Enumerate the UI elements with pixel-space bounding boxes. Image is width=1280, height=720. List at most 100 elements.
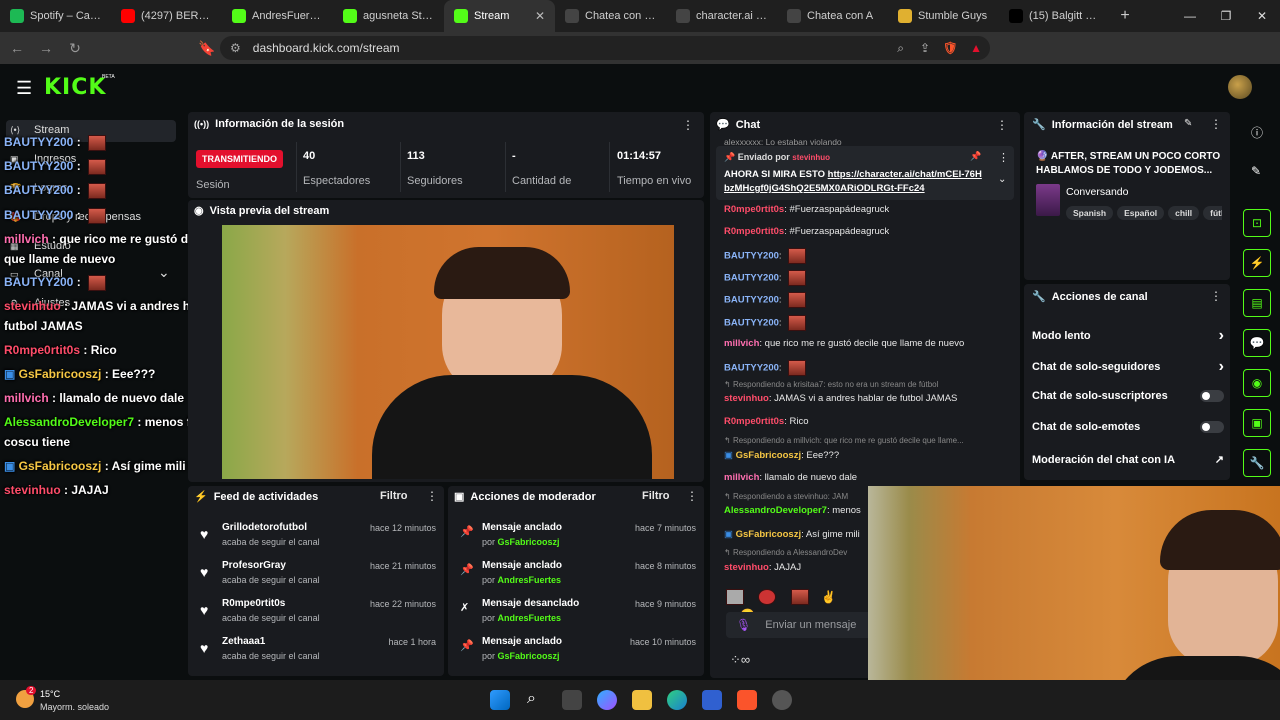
chat-username[interactable]: R0mpe0rtit0s [724,226,784,237]
stream-tag[interactable]: Español [1117,206,1165,220]
chat-message[interactable]: R0mpe0rtit0s: #Fuerzaspapádeagruck [724,204,889,215]
file-explorer-icon[interactable] [632,690,652,710]
restore-icon[interactable]: ❐ [1208,0,1244,32]
feed-item[interactable]: ♥ Grillodetorofutbol acaba de seguir el ca… [200,522,436,554]
feed-username[interactable]: Zethaaa1 [222,636,265,647]
back-icon[interactable]: ← [5,40,29,56]
stream-tag[interactable]: Spanish [1066,206,1114,220]
unpin-icon[interactable]: 📌 [970,151,981,162]
chat-reply-context[interactable]: ↰ Respondiendo a stevinhuo: JAM [724,492,848,501]
chat-username[interactable]: BAUTYY200 [724,273,779,284]
browser-tab[interactable]: (15) Balgitt en X [999,0,1110,32]
chat-username[interactable]: BAUTYY200 [724,363,779,374]
emote-icon[interactable] [726,588,744,605]
browser-tab[interactable]: (4297) BERET - L [111,0,222,32]
feed-item[interactable]: ♥ R0mpe0rtit0s acaba de seguir el canal hac… [200,598,436,630]
brave-shield-icon[interactable]: 🛡 [943,41,958,55]
feed-username[interactable]: ProfesorGray [222,560,286,571]
browser-tab[interactable]: agusneta Stream [333,0,444,32]
chat-message[interactable]: BAUTYY200: [724,360,807,376]
kick-logo[interactable]: KICK [44,75,106,100]
brave-icon[interactable] [737,690,757,710]
chat-message[interactable]: R0mpe0rtit0s: #Fuerzaspapádeagruck [724,226,889,237]
browser-tab[interactable]: AndresFuertes [222,0,333,32]
channel-action-row[interactable]: Chat de solo-suscriptores [1032,390,1224,402]
share-icon[interactable]: ⇪ [920,41,930,55]
browser-tab[interactable]: Stream ✕ [444,0,555,32]
chat-username[interactable]: BAUTYY200 [724,295,779,306]
task-view-icon[interactable] [562,690,582,710]
forward-icon[interactable]: → [34,40,58,56]
emote-icon[interactable] [758,588,777,605]
browser-tab[interactable]: character.ai | Ch [666,0,777,32]
mod-more-icon[interactable]: ⋮ [686,489,698,503]
stream-preview-video[interactable] [222,225,674,479]
chat-username[interactable]: R0mpe0rtit0s [724,416,784,427]
feed-more-icon[interactable]: ⋮ [426,489,438,503]
chat-message[interactable]: ▣ GsFabricooszj: Así gime mili [724,529,860,540]
chat-message[interactable]: BAUTYY200: [724,292,807,308]
chat-message[interactable]: R0mpe0rtit0s: Rico [724,416,809,427]
chat-message[interactable]: BAUTYY200: [724,270,807,286]
category-name[interactable]: Conversando [1066,186,1128,198]
rail-camera-button[interactable]: ⊡ [1243,209,1271,237]
mod-action-item[interactable]: 📌 Mensaje anclado por GsFabricooszj hace 10… [460,636,696,668]
mod-username[interactable]: GsFabricooszj [498,651,560,661]
chat-message[interactable]: millvich: que rico me re gustó decile qu… [724,338,964,349]
browser-tab[interactable]: Chatea con andr [555,0,666,32]
infinity-icon[interactable]: ⁘∞ [730,652,750,668]
chat-username[interactable]: millvich [724,472,759,483]
mod-username[interactable]: AndresFuertes [498,613,562,623]
channel-action-row[interactable]: Modo lento › [1032,327,1224,345]
search-icon[interactable]: ⌕ [527,690,536,708]
mail-icon[interactable] [702,690,722,710]
browser-tab[interactable]: Chatea con A [777,0,888,32]
chat-username[interactable]: millvich [724,338,759,349]
toggle-switch[interactable] [1200,390,1224,402]
copilot-icon[interactable] [597,690,617,710]
external-link-icon[interactable]: ↗ [1215,453,1224,466]
channel-action-row[interactable]: Chat de solo-emotes [1032,421,1224,433]
browser-tab[interactable]: Spotify – Canción [0,0,111,32]
site-info-icon[interactable]: ⚙ [230,41,241,55]
mic-icon[interactable]: 🎙 [736,618,751,632]
chat-username[interactable]: stevinhuo [724,562,769,573]
rail-broadcast-button[interactable]: ◉ [1243,369,1271,397]
channel-actions-more-icon[interactable]: ⋮ [1210,289,1222,303]
hamburger-menu-icon[interactable]: ☰ [16,78,32,99]
url-field[interactable]: ⚙ dashboard.kick.com/stream ⌕ ⇪ 🛡 ▲ [220,36,990,60]
rail-chat-button[interactable]: 💬 [1243,329,1271,357]
channel-action-row[interactable]: Moderación del chat con IA ↗ [1032,453,1224,467]
chat-username[interactable]: BAUTYY200 [724,318,779,329]
bookmark-icon[interactable]: 🔖 [195,40,219,57]
steam-icon[interactable] [772,690,792,710]
feed-username[interactable]: R0mpe0rtit0s [222,598,285,609]
feed-item[interactable]: ♥ Zethaaa1 acaba de seguir el canal hace 1 … [200,636,436,668]
reload-icon[interactable]: ↻ [63,40,87,57]
chat-reply-context[interactable]: ↰ Respondiendo a krisitaa7: esto no era … [724,380,938,389]
emote-icon[interactable]: ✌ [821,590,836,604]
pinned-more-icon[interactable]: ⋮ [998,151,1009,164]
mod-action-item[interactable]: 📌 Mensaje anclado por AndresFuertes hace 8 … [460,560,696,592]
mod-action-item[interactable]: 📌 Mensaje anclado por GsFabricooszj hace 7 … [460,522,696,554]
feed-filter-button[interactable]: Filtro [380,490,408,502]
rail-list-button[interactable]: ▤ [1243,289,1271,317]
minimize-icon[interactable]: — [1172,0,1208,32]
emote-icon[interactable] [790,588,809,605]
chevron-down-icon[interactable]: ⌄ [998,174,1006,185]
mod-username[interactable]: GsFabricooszj [498,537,560,547]
chevron-right-icon[interactable]: › [1219,358,1224,376]
channel-action-row[interactable]: Chat de solo-seguidores › [1032,358,1224,376]
edit-icon[interactable]: ✎ [1184,118,1192,129]
chat-username[interactable]: GsFabricooszj [736,450,801,461]
windows-start-icon[interactable] [490,690,510,710]
session-more-icon[interactable]: ⋮ [682,118,694,132]
rail-mod-button[interactable]: ▣ [1243,409,1271,437]
user-avatar[interactable] [1228,75,1252,99]
chat-username[interactable]: BAUTYY200 [724,251,779,262]
brave-rewards-icon[interactable]: ▲ [970,41,982,55]
chat-message[interactable]: BAUTYY200: [724,248,807,264]
chat-message[interactable]: stevinhuo: JAMAS vi a andres hablar de f… [724,393,957,404]
chat-more-icon[interactable]: ⋮ [996,118,1008,132]
chat-username[interactable]: stevinhuo [724,393,769,404]
